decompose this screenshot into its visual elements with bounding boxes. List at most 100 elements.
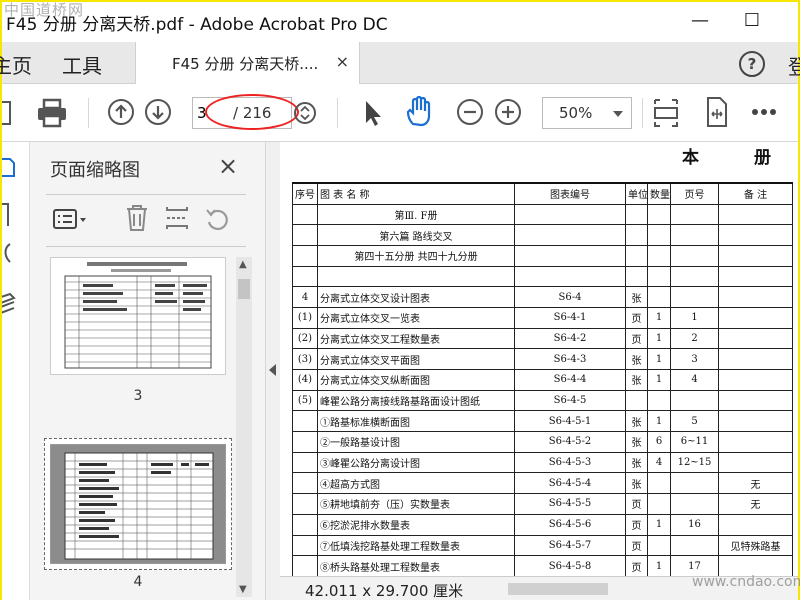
horizontal-scrollbar-thumb[interactable] — [508, 583, 608, 595]
thumbnail-options-icon[interactable] — [52, 208, 92, 232]
thumbnail-preview — [50, 444, 226, 564]
chevron-down-icon — [613, 111, 623, 117]
rotate-page-icon[interactable] — [702, 96, 730, 130]
thumbnail-scrollbar[interactable]: ▲ ▼ — [236, 257, 252, 597]
table-cell-note — [718, 369, 793, 391]
save-icon[interactable] — [2, 100, 12, 126]
table-cell-unit: 张 — [625, 472, 648, 495]
table-cell-page — [670, 389, 719, 412]
close-panel-icon[interactable]: × — [218, 152, 238, 180]
zoom-select[interactable]: 50% — [542, 97, 632, 129]
table-cell-code: S6-4-5-3 — [514, 451, 626, 474]
table-cell-unit: 张 — [625, 369, 648, 391]
table-cell-unit — [625, 203, 648, 226]
header-cell: 序号 — [292, 182, 318, 205]
close-tab-icon[interactable]: × — [336, 52, 349, 71]
table-row: (5) 峰瞿公路分离接线路基路面设计图纸 S6-4-5 — [292, 389, 793, 412]
scrollbar-thumb[interactable] — [238, 279, 250, 299]
table-cell-unit: 页 — [625, 513, 648, 536]
table-cell-page — [670, 244, 719, 267]
table-cell-page: 6~11 — [670, 431, 719, 453]
header-cell: 页号 — [670, 182, 719, 205]
table-cell-name: ⑥挖淤泥排水数量表 — [317, 513, 515, 536]
sign-in-button[interactable]: 登 — [788, 51, 800, 80]
zoom-value: 50% — [559, 104, 593, 122]
table-cell-page — [670, 203, 719, 226]
menu-home[interactable]: 主页 — [0, 50, 32, 79]
attachments-icon[interactable] — [2, 242, 14, 266]
table-cell-no: (4) — [292, 369, 318, 391]
next-page-icon[interactable] — [145, 99, 171, 125]
table-cell-code: S6-4-5-4 — [514, 472, 626, 495]
menu-tools[interactable]: 工具 — [62, 50, 102, 79]
minimize-button[interactable]: — — [690, 10, 710, 32]
table-cell-name: 峰瞿公路分离接线路基路面设计图纸 — [317, 389, 515, 412]
table-cell-page: 3 — [670, 348, 719, 370]
page-number-box: / 216 — [192, 97, 292, 129]
table-cell-name: 分离式立体交叉设计图表 — [317, 286, 515, 308]
undo-rotate-icon[interactable] — [204, 204, 230, 232]
table-cell-unit: 张 — [625, 348, 648, 370]
collapse-panel-icon[interactable] — [269, 364, 276, 376]
page-thumbnail-selected[interactable] — [44, 438, 232, 570]
document-view[interactable]: 本 册 序号 图 表 名 称 图表编号 单位 数量 页号 备 注 第Ⅲ. F册第… — [280, 142, 798, 600]
page-thumbnail[interactable] — [50, 257, 226, 375]
table-cell-unit: 张 — [625, 431, 648, 453]
help-icon[interactable]: ? — [739, 51, 765, 77]
zoom-out-icon[interactable] — [457, 99, 483, 125]
hand-tool-icon[interactable] — [404, 96, 436, 128]
table-row: 4 分离式立体交叉设计图表 S6-4 张 — [292, 286, 793, 308]
table-cell-page: 16 — [670, 513, 719, 536]
page-header-left: 本 — [682, 148, 699, 168]
table-cell-page — [670, 224, 719, 246]
table-row: (3) 分离式立体交叉平面图 S6-4-3 张 1 3 — [292, 348, 793, 370]
table-cell-note: 无 — [718, 472, 793, 495]
table-row: 第四十五分册 共四十九分册 — [292, 244, 793, 267]
table-row — [292, 265, 793, 288]
table-cell-code: S6-4-2 — [514, 327, 626, 350]
select-arrow-icon[interactable] — [362, 99, 384, 127]
table-cell-note — [718, 451, 793, 474]
table-cell-page: 1 — [670, 306, 719, 329]
table-cell-no — [292, 513, 318, 536]
page-stepper-icon[interactable] — [294, 101, 316, 125]
table-cell-code — [514, 265, 626, 288]
table-row: ⑥挖淤泥排水数量表 S6-4-5-6 页 1 16 — [292, 513, 793, 536]
table-cell-unit: 页 — [625, 306, 648, 329]
table-cell-name: 第四十五分册 共四十九分册 — [317, 244, 515, 267]
table-cell-page — [670, 286, 719, 308]
table-cell-no — [292, 555, 318, 577]
header-cell: 图 表 名 称 — [317, 182, 515, 205]
more-options-icon[interactable] — [751, 108, 777, 116]
bookmarks-icon[interactable] — [2, 202, 12, 228]
table-cell-unit: 页 — [625, 555, 648, 577]
tab-bar: 主页 工具 F45 分册 分离天桥.... × ? 登 — [0, 42, 800, 84]
table-cell-name: ④超高方式图 — [317, 472, 515, 495]
table-cell-note: 无 — [718, 493, 793, 515]
delete-page-icon[interactable] — [124, 204, 150, 232]
insert-page-icon[interactable] — [164, 204, 190, 232]
table-cell-code: S6-4-5-1 — [514, 410, 626, 433]
table-cell-name: 第Ⅲ. F册 — [317, 203, 515, 226]
table-cell-code — [514, 203, 626, 226]
table-cell-code: S6-4-4 — [514, 369, 626, 391]
fit-page-icon[interactable] — [652, 96, 680, 130]
table-cell-code: S6-4-5-5 — [514, 493, 626, 515]
thumbnail-preview — [51, 258, 225, 374]
previous-page-icon[interactable] — [108, 99, 134, 125]
page-number-input[interactable] — [197, 102, 225, 124]
zoom-in-icon[interactable] — [495, 99, 521, 125]
print-icon[interactable] — [36, 98, 68, 128]
document-tab[interactable]: F45 分册 分离天桥.... × — [135, 42, 360, 84]
table-row: (1) 分离式立体交叉一览表 S6-4-1 页 1 1 — [292, 306, 793, 329]
maximize-button[interactable]: ☐ — [742, 10, 762, 32]
header-cell: 数量 — [647, 182, 671, 205]
scroll-down-icon[interactable]: ▼ — [239, 584, 247, 595]
page-thumbnails-icon[interactable] — [2, 156, 16, 178]
table-cell-qty: 1 — [647, 306, 671, 329]
scroll-up-icon[interactable]: ▲ — [239, 259, 247, 270]
header-cell: 图表编号 — [514, 182, 626, 205]
table-cell-qty — [647, 265, 671, 288]
layers-icon[interactable] — [2, 292, 16, 318]
table-cell-no: (5) — [292, 389, 318, 412]
